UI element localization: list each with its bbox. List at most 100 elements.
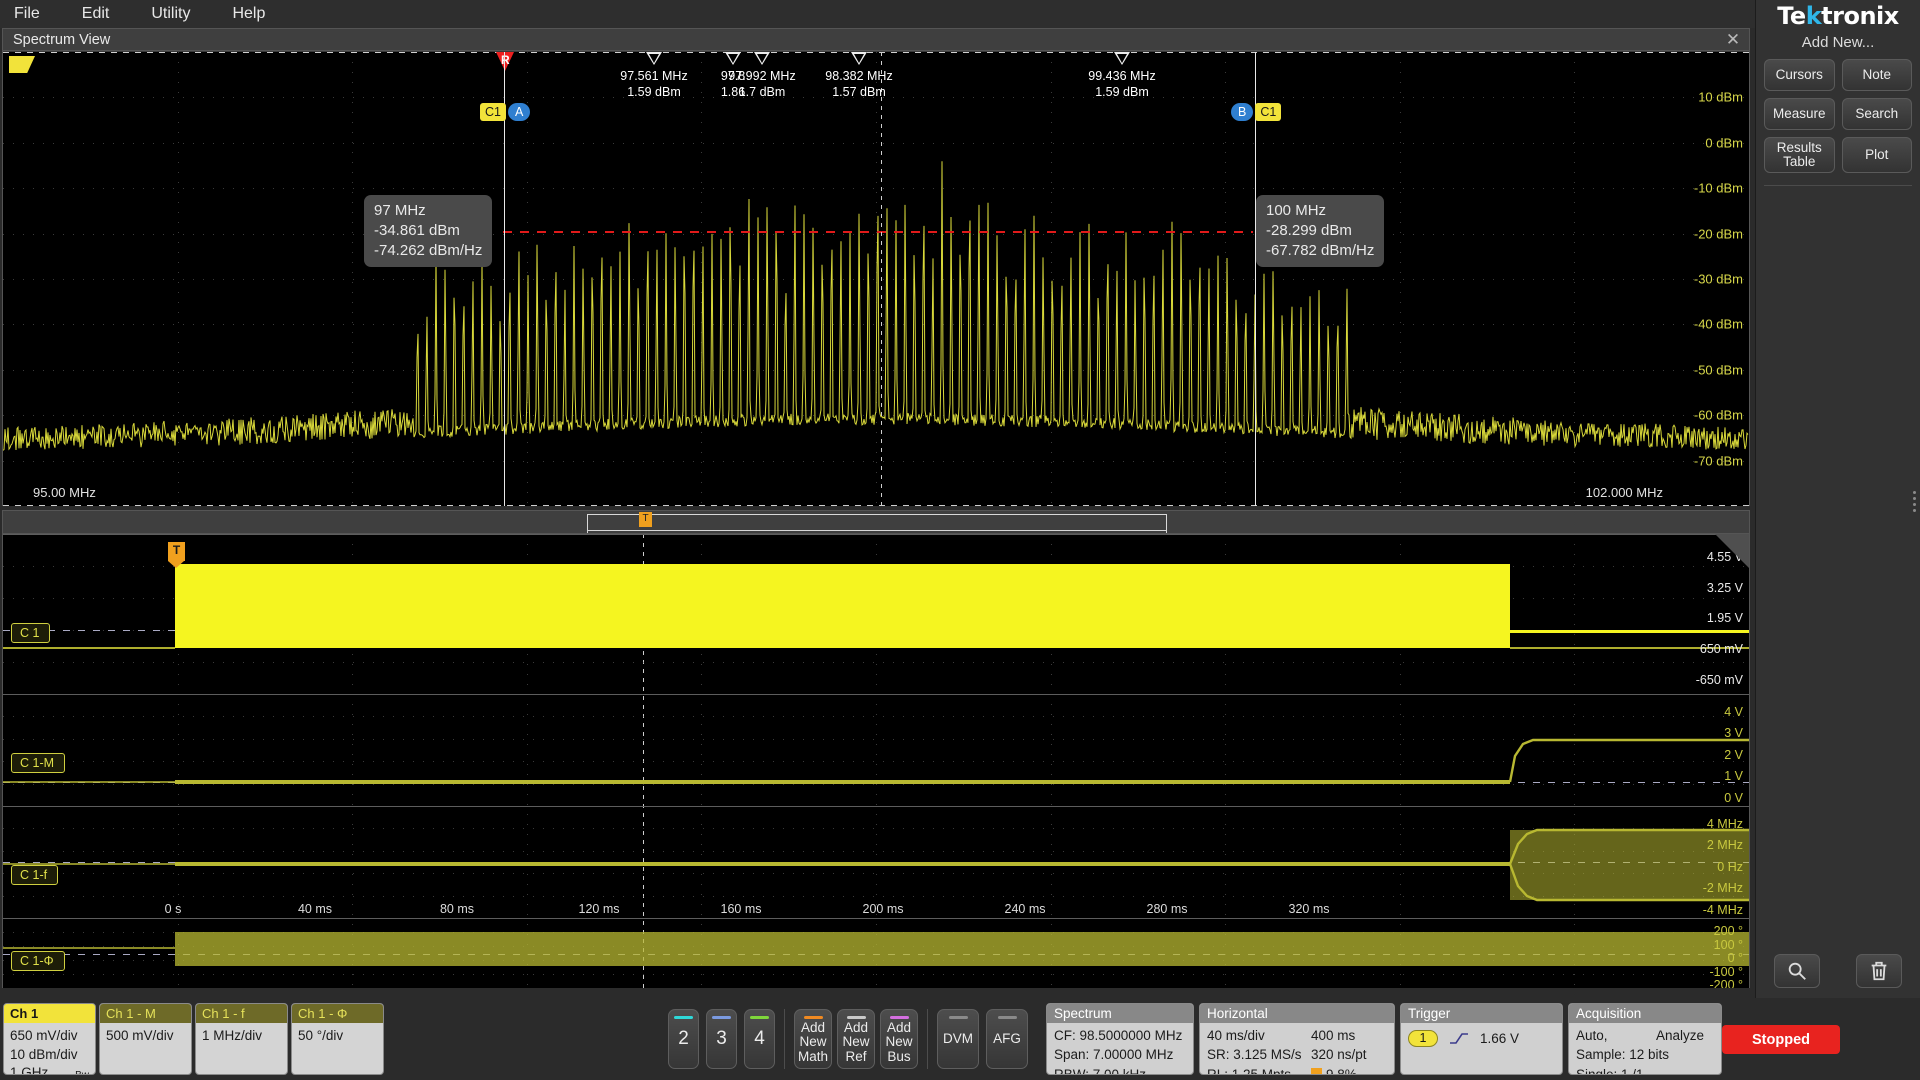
add-new-math-button[interactable]: AddNewMath: [794, 1009, 832, 1069]
spectrum-plot[interactable]: 10 dBm0 dBm-10 dBm-20 dBm-30 dBm-40 dBm-…: [3, 52, 1749, 506]
nav-trigger-marker[interactable]: T: [639, 512, 652, 527]
cursor-a-tags[interactable]: C1 A: [480, 101, 530, 123]
waveform-envelope: [175, 564, 1510, 648]
waveform-axis-label: 650 mV: [1700, 642, 1743, 656]
add-search-button[interactable]: Search: [1842, 98, 1913, 130]
dvm-button[interactable]: DVM: [937, 1009, 979, 1069]
channel-button-3[interactable]: 3: [706, 1009, 737, 1069]
channel-badge-head: Ch 1 - Φ: [292, 1004, 383, 1023]
menu-item-file[interactable]: File: [14, 0, 40, 28]
time-axis-label: 320 ms: [1289, 902, 1330, 916]
channel-badge-head: Ch 1: [4, 1004, 95, 1023]
peak-label: 98.382 MHz 1.57 dBm: [825, 68, 892, 100]
peak-marker[interactable]: 97.992 MHz 1.7 dBm: [754, 52, 770, 65]
channel-button-2[interactable]: 2: [668, 1009, 699, 1069]
horizontal-row: RL: 1.25 Mpts 9.8%: [1207, 1065, 1387, 1075]
peak-triangle-icon: [646, 52, 662, 65]
waveform-axis-label: 4 MHz: [1707, 817, 1743, 831]
divider: [927, 1009, 928, 1069]
add-new-source-buttons: AddNewMath AddNewRef AddNewBus: [794, 998, 918, 1069]
peak-marker[interactable]: 99.436 MHz 1.59 dBm: [1114, 52, 1130, 65]
rbw: RBW: 7.00 kHz: [1054, 1065, 1186, 1075]
add-new-ref-label: AddNewRef: [842, 1021, 869, 1064]
waveform-axis-label: 3 V: [1724, 726, 1743, 740]
add-measure-button[interactable]: Measure: [1764, 98, 1835, 130]
cursor-a-amp: -34.861 dBm: [374, 221, 482, 241]
trash-icon[interactable]: [1856, 954, 1902, 988]
channel-badge-ch1[interactable]: Ch 1 650 mV/div 10 dBm/div 1 GHz Bᴡ: [3, 1003, 96, 1075]
channel-badge-head: Ch 1 - M: [100, 1004, 191, 1023]
acquisition-settings-panel[interactable]: Acquisition Auto, Analyze Sample: 12 bit…: [1568, 1003, 1722, 1075]
spectrum-panel-body: CF: 98.5000000 MHz Span: 7.00000 MHz RBW…: [1047, 1023, 1193, 1075]
peak-amp: 1.57 dBm: [825, 84, 892, 100]
menu-item-help[interactable]: Help: [232, 0, 265, 28]
channel-button-label: 4: [754, 1028, 765, 1050]
nav-window[interactable]: [587, 514, 1167, 531]
trigger-row: 1 1.66 V: [1408, 1029, 1555, 1048]
peak-freq: 97.992 MHz: [728, 68, 795, 84]
waveform-channel-tag[interactable]: C 1-f: [11, 865, 58, 885]
trigger-marker[interactable]: T: [168, 542, 185, 561]
cursor-b-tag: B: [1231, 103, 1253, 121]
channel-badge-ch1-m[interactable]: Ch 1 - M 500 mV/div: [99, 1003, 192, 1075]
time-per-div: 40 ms/div: [1207, 1026, 1311, 1045]
add-new-math-label: AddNewMath: [798, 1021, 828, 1064]
trigger-settings-panel[interactable]: Trigger 1 1.66 V: [1400, 1003, 1563, 1075]
afg-button[interactable]: AFG: [986, 1009, 1028, 1069]
add-new-ref-button[interactable]: AddNewRef: [837, 1009, 875, 1069]
peak-marker[interactable]: 97.8 1.86: [725, 52, 741, 65]
horizontal-panel-body: 40 ms/div 400 ms SR: 3.125 MS/s 320 ns/p…: [1200, 1023, 1394, 1075]
time-axis-label: 200 ms: [863, 902, 904, 916]
time-axis-label: 160 ms: [721, 902, 762, 916]
time-axis-label: 80 ms: [440, 902, 474, 916]
rail-bottom-tools: [1756, 954, 1920, 988]
add-cursors-button[interactable]: Cursors: [1764, 59, 1835, 91]
horizontal-panel-head: Horizontal: [1200, 1004, 1394, 1023]
cursor-b-tags[interactable]: B C1: [1231, 101, 1281, 123]
waveform-envelope: [175, 862, 1510, 866]
add-plot-button[interactable]: Plot: [1842, 137, 1913, 173]
peak-triangle-icon: [1114, 52, 1130, 65]
waveform-channel-tag[interactable]: C 1: [11, 623, 50, 643]
trigger-position-icon: [1311, 1068, 1322, 1075]
menu-item-utility[interactable]: Utility: [151, 0, 190, 28]
waveform-channel-tag[interactable]: C 1-M: [11, 753, 65, 773]
waveform-envelope: [175, 932, 1749, 966]
magnifier-icon[interactable]: [1774, 954, 1820, 988]
rail-divider: [1764, 185, 1912, 186]
add-new-bus-button[interactable]: AddNewBus: [880, 1009, 918, 1069]
channel-badge-ch1-phase[interactable]: Ch 1 - Φ 50 °/div: [291, 1003, 384, 1075]
time-axis-label: 120 ms: [579, 902, 620, 916]
peak-marker[interactable]: 98.382 MHz 1.57 dBm: [851, 52, 867, 65]
channel-color-strip: [750, 1016, 769, 1019]
spectrum-settings-panel[interactable]: Spectrum CF: 98.5000000 MHz Span: 7.0000…: [1046, 1003, 1194, 1075]
add-note-button[interactable]: Note: [1842, 59, 1913, 91]
bottom-settings-bar: Ch 1 650 mV/div 10 dBm/div 1 GHz Bᴡ Ch 1…: [0, 998, 1920, 1080]
navigation-bar[interactable]: T: [3, 511, 1749, 534]
channel-badge-ch1-f[interactable]: Ch 1 - f 1 MHz/div: [195, 1003, 288, 1075]
peak-amp: 1.7 dBm: [728, 84, 795, 100]
horizontal-row: 40 ms/div 400 ms: [1207, 1026, 1387, 1045]
cursor-b-channel-tag: C1: [1255, 103, 1281, 121]
channel-button-4[interactable]: 4: [744, 1009, 775, 1069]
peak-marker[interactable]: 97.561 MHz 1.59 dBm: [646, 52, 662, 65]
vertical-scale: 50 °/div: [298, 1027, 377, 1046]
peak-triangle-icon: [851, 52, 867, 65]
spectrum-panel-head: Spectrum: [1047, 1004, 1193, 1023]
zoom-corner-icon[interactable]: [1715, 534, 1749, 568]
panel-resize-gripper[interactable]: [1909, 488, 1919, 512]
add-results-table-button[interactable]: Results Table: [1764, 137, 1835, 173]
rising-edge-icon: [1449, 1032, 1469, 1045]
run-stop-button[interactable]: Stopped: [1722, 1025, 1840, 1054]
channel-badge-body: 500 mV/div: [100, 1023, 191, 1050]
peak-amp: 1.59 dBm: [1088, 84, 1155, 100]
waveform-channel-tag[interactable]: C 1-Φ: [11, 951, 65, 971]
horizontal-settings-panel[interactable]: Horizontal 40 ms/div 400 ms SR: 3.125 MS…: [1199, 1003, 1395, 1075]
waveform-plot[interactable]: 4.55 V3.25 V1.95 V650 mV-650 mV4 V3 V2 V…: [3, 534, 1749, 988]
channel-badge-head: Ch 1 - f: [196, 1004, 287, 1023]
spectrum-view-title: Spectrum View: [3, 29, 1749, 51]
instrument-buttons: DVM AFG: [937, 998, 1028, 1069]
menu-item-edit[interactable]: Edit: [82, 0, 110, 28]
close-icon[interactable]: ✕: [1723, 30, 1743, 50]
waveform-axis-label: -2 MHz: [1703, 881, 1743, 895]
